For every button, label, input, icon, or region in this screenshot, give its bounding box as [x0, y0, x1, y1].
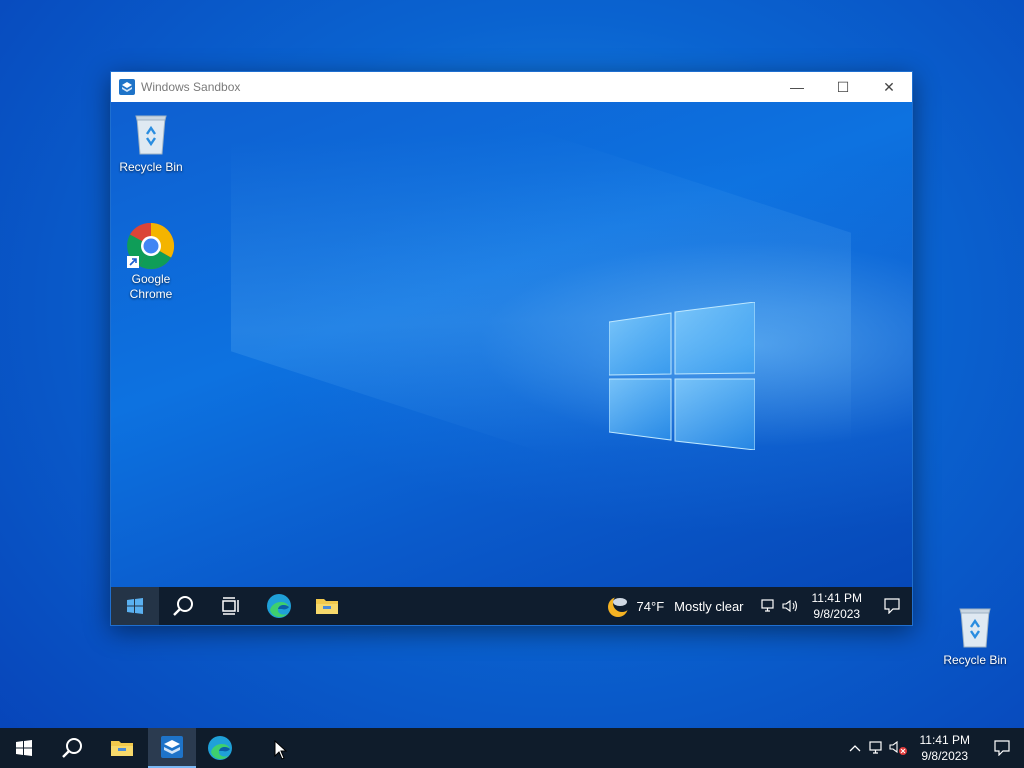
sandbox-system-tray: 74°F Mostly clear 11:41 PM 9/8/2023 — [605, 587, 912, 625]
start-icon — [16, 740, 32, 756]
volume-button[interactable] — [780, 586, 802, 626]
sandbox-desktop: Recycle Bin Google Chrome — [111, 102, 912, 587]
sandbox-start-button[interactable] — [111, 587, 159, 625]
close-button[interactable]: ✕ — [866, 72, 912, 102]
sandbox-recycle-bin[interactable]: Recycle Bin — [111, 110, 191, 175]
close-icon: ✕ — [883, 78, 895, 95]
maximize-icon: ☐ — [836, 78, 850, 95]
network-icon — [868, 741, 882, 754]
sandbox-task-view-button[interactable] — [207, 587, 255, 625]
recycle-bin-icon — [127, 110, 175, 158]
windows-sandbox-icon — [119, 79, 135, 95]
clock-date: 9/8/2023 — [813, 607, 861, 621]
clock-date: 9/8/2023 — [921, 749, 969, 763]
show-hidden-icons-button[interactable] — [844, 728, 866, 768]
sandbox-chrome-shortcut[interactable]: Google Chrome — [111, 222, 191, 302]
search-button[interactable] — [48, 728, 96, 768]
network-icon — [760, 599, 774, 612]
chrome-icon — [127, 222, 175, 270]
sandbox-clock[interactable]: 11:41 PM 9/8/2023 — [812, 590, 862, 622]
volume-button[interactable] — [888, 728, 910, 768]
volume-icon — [781, 599, 797, 613]
window-title: Windows Sandbox — [141, 80, 241, 94]
recycle-bin-label: Recycle Bin — [943, 653, 1007, 667]
windows-logo — [609, 302, 755, 450]
minimize-icon: — — [790, 79, 804, 95]
sandbox-search-button[interactable] — [159, 587, 207, 625]
action-center-button[interactable] — [980, 728, 1024, 768]
file-explorer-icon — [316, 599, 338, 614]
chevron-up-icon — [849, 745, 860, 752]
volume-muted-icon — [888, 740, 907, 755]
weather-temperature[interactable]: 74°F — [637, 599, 665, 614]
recycle-bin-icon — [951, 603, 999, 651]
sandbox-taskbar: 74°F Mostly clear 11:41 PM 9/8/2023 — [111, 587, 912, 625]
minimize-button[interactable]: — — [774, 72, 820, 102]
recycle-bin-label: Recycle Bin — [119, 160, 183, 174]
host-recycle-bin[interactable]: Recycle Bin — [935, 603, 1015, 668]
search-icon — [62, 738, 82, 758]
title-bar[interactable]: Windows Sandbox — ☐ ✕ — [111, 72, 912, 102]
network-button[interactable] — [866, 728, 888, 768]
maximize-button[interactable]: ☐ — [820, 72, 866, 102]
edge-icon — [267, 594, 291, 618]
notification-icon — [884, 598, 900, 614]
edge-taskbar-button[interactable] — [196, 728, 244, 768]
weather-description[interactable]: Mostly clear — [674, 599, 743, 614]
sandbox-file-explorer-button[interactable] — [303, 587, 351, 625]
windows-sandbox-icon — [161, 736, 183, 758]
start-button[interactable] — [0, 728, 48, 768]
sandbox-edge-button[interactable] — [255, 587, 303, 625]
light-beam — [231, 102, 851, 553]
network-button[interactable] — [758, 586, 780, 626]
file-explorer-icon — [111, 741, 133, 756]
notification-icon — [994, 740, 1010, 756]
start-icon — [127, 598, 143, 614]
mouse-cursor-icon — [274, 740, 288, 760]
host-taskbar: 11:41 PM 9/8/2023 — [0, 728, 1024, 768]
host-clock[interactable]: 11:41 PM 9/8/2023 — [920, 732, 970, 764]
windows-sandbox-taskbar-button[interactable] — [148, 728, 196, 768]
task-view-icon — [222, 597, 239, 615]
action-center-button[interactable] — [872, 586, 912, 626]
file-explorer-button[interactable] — [96, 728, 148, 768]
weather-moon-icon[interactable] — [605, 593, 631, 619]
clock-time: 11:41 PM — [919, 733, 970, 747]
search-icon — [173, 596, 193, 616]
clock-time: 11:41 PM — [811, 591, 862, 605]
host-system-tray: 11:41 PM 9/8/2023 — [844, 728, 1024, 768]
edge-icon — [208, 736, 232, 760]
chrome-label: Google Chrome — [129, 272, 173, 301]
windows-sandbox-window[interactable]: Windows Sandbox — ☐ ✕ Recycle Bin Google… — [110, 71, 913, 626]
